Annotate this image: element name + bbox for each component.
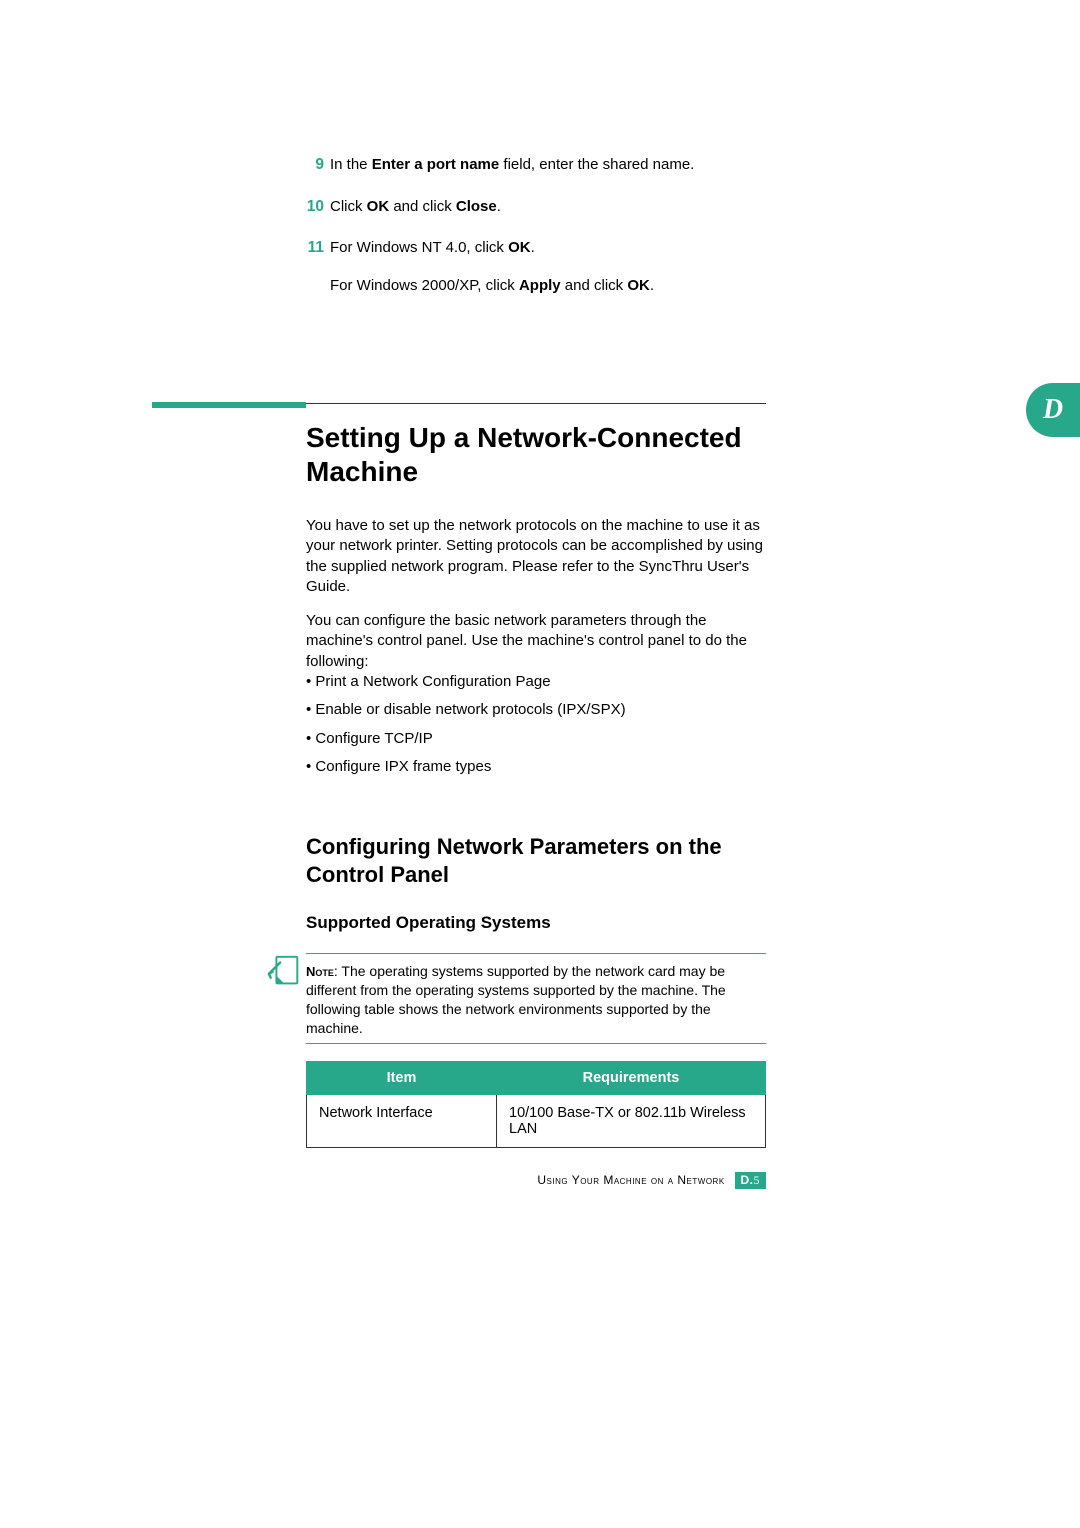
step-10: 10 Click OK and click Close.	[306, 197, 766, 217]
document-page: 9 In the Enter a port name field, enter …	[0, 0, 1080, 1528]
section-tab-badge: D	[1026, 383, 1080, 437]
intro-paragraph-2: You can configure the basic network para…	[306, 611, 766, 672]
page-footer: Using Your Machine on a Network D.5	[306, 1172, 766, 1189]
footer-page-badge: D.5	[735, 1172, 767, 1189]
table-header: Item	[307, 1062, 497, 1095]
section-tab-letter: D	[1043, 394, 1063, 426]
step-text: For Windows NT 4.0, click OK.	[330, 239, 535, 256]
section-rule	[306, 403, 766, 404]
note-icon	[265, 953, 303, 991]
numbered-steps: 9 In the Enter a port name field, enter …	[306, 155, 766, 317]
step-9: 9 In the Enter a port name field, enter …	[306, 155, 766, 175]
bullet-list: • Print a Network Configuration Page • E…	[306, 672, 766, 785]
note-label: Note	[306, 964, 334, 979]
step-number: 11	[290, 238, 324, 258]
table-cell: 10/100 Base-TX or 802.11b Wireless LAN	[497, 1095, 766, 1148]
table-cell: Network Interface	[307, 1095, 497, 1148]
step-text: Click OK and click Close.	[330, 198, 501, 215]
list-item: • Configure IPX frame types	[306, 757, 766, 777]
requirements-table: Item Requirements Network Interface 10/1…	[306, 1061, 766, 1148]
table-row: Network Interface 10/100 Base-TX or 802.…	[307, 1095, 766, 1148]
list-item: • Configure TCP/IP	[306, 729, 766, 749]
table-header: Requirements	[497, 1062, 766, 1095]
step-number: 10	[290, 197, 324, 217]
step-text-line2: For Windows 2000/XP, click Apply and cli…	[330, 276, 766, 296]
list-item: • Enable or disable network protocols (I…	[306, 700, 766, 720]
step-number: 9	[298, 155, 324, 175]
table-header-row: Item Requirements	[307, 1062, 766, 1095]
list-item: • Print a Network Configuration Page	[306, 672, 766, 692]
note-text: Note: The operating systems supported by…	[306, 962, 766, 1038]
heading-3: Supported Operating Systems	[306, 913, 766, 933]
footer-text: Using Your Machine on a Network	[537, 1173, 724, 1187]
heading-2: Configuring Network Parameters on the Co…	[306, 833, 766, 888]
step-text: In the Enter a port name field, enter th…	[330, 156, 694, 173]
step-11: 11 For Windows NT 4.0, click OK. For Win…	[306, 238, 766, 295]
note-body: : The operating systems supported by the…	[306, 963, 726, 1036]
note-rule-top	[306, 953, 766, 954]
heading-1: Setting Up a Network-Connected Machine	[306, 421, 766, 488]
intro-paragraph-1: You have to set up the network protocols…	[306, 516, 766, 597]
section-rule-accent	[152, 402, 306, 408]
note-rule-bottom	[306, 1043, 766, 1044]
